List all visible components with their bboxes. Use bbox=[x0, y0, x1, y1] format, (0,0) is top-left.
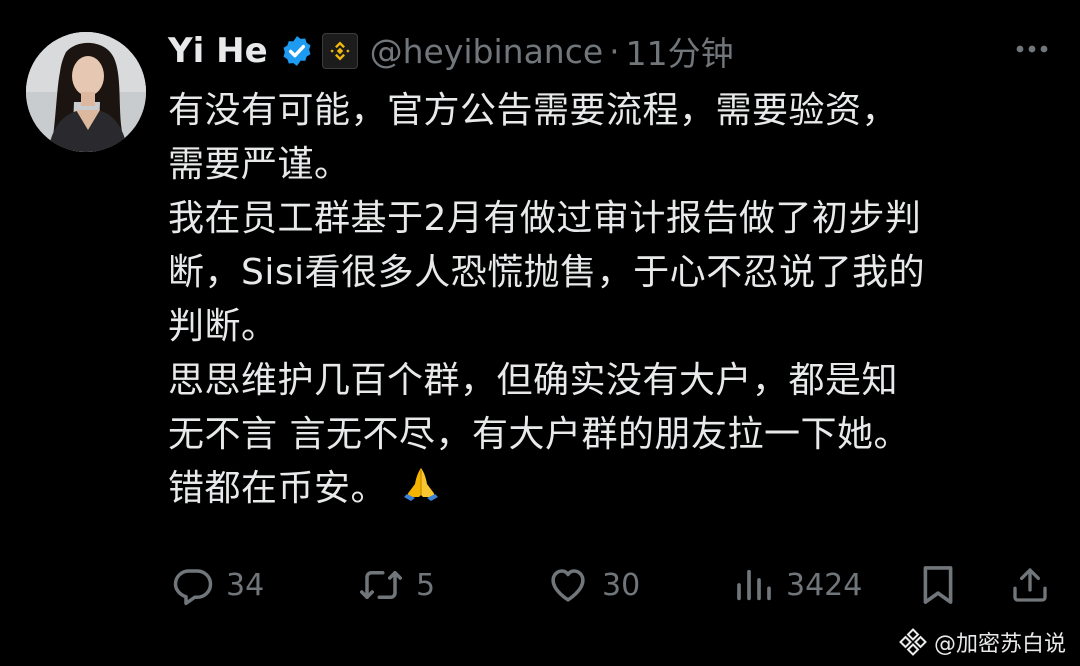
views-button[interactable]: 3424 bbox=[734, 560, 862, 610]
tweet-line: 需要严谨。 bbox=[168, 144, 351, 185]
tweet-body: 有没有可能，官方公告需要流程，需要验资， 需要严谨。 我在员工群基于2月有做过审… bbox=[168, 84, 1048, 516]
watermark-logo-icon bbox=[899, 628, 927, 656]
views-count: 3424 bbox=[786, 567, 863, 603]
like-count: 30 bbox=[602, 567, 641, 603]
repost-count: 5 bbox=[416, 567, 436, 603]
tweet-line-text: 错都在币安。 bbox=[168, 468, 388, 509]
reply-button[interactable]: 34 bbox=[172, 560, 264, 610]
header-separator: · bbox=[609, 31, 620, 71]
more-dots-icon[interactable] bbox=[1010, 38, 1054, 60]
bookmark-icon bbox=[923, 566, 953, 604]
watermark: @加密苏白说 bbox=[898, 626, 1066, 658]
verified-badge-icon bbox=[280, 34, 314, 68]
author-handle[interactable]: @heyibinance bbox=[370, 32, 604, 71]
heart-icon bbox=[551, 569, 585, 602]
bookmark-button[interactable] bbox=[920, 560, 956, 610]
avatar-image bbox=[26, 32, 146, 152]
repost-button[interactable]: 5 bbox=[358, 560, 435, 610]
tweet: Yi He @heyibinance · 11分钟 有没有可能，官方公告需要流程… bbox=[0, 0, 1080, 666]
reply-count: 34 bbox=[226, 567, 265, 603]
tweet-header: Yi He @heyibinance · 11分钟 bbox=[168, 26, 734, 76]
tweet-line: 有没有可能，官方公告需要流程，需要验资， bbox=[168, 90, 899, 131]
folded-hands-emoji bbox=[401, 462, 441, 518]
repost-icon bbox=[360, 571, 402, 599]
tweet-line: 判断。 bbox=[168, 306, 278, 347]
tweet-line: 断，Sisi看很多人恐慌抛售，于心不忍说了我的 bbox=[168, 252, 926, 293]
tweet-time[interactable]: 11分钟 bbox=[626, 27, 734, 75]
watermark-text: @加密苏白说 bbox=[934, 632, 1067, 657]
tweet-line-last: 错都在币安。 bbox=[168, 462, 1048, 516]
reply-icon bbox=[173, 569, 213, 606]
tweet-line: 无不言 言无不尽，有大户群的朋友拉一下她。 bbox=[168, 414, 910, 455]
avatar[interactable] bbox=[26, 32, 146, 152]
action-bar: 34 5 30 3424 bbox=[168, 560, 1052, 610]
share-icon bbox=[1013, 568, 1047, 602]
views-chart-icon bbox=[737, 569, 771, 601]
tweet-line: 我在员工群基于2月有做过审计报告做了初步判 bbox=[168, 198, 922, 239]
share-button[interactable] bbox=[1010, 560, 1050, 610]
tweet-line: 思思维护几百个群，但确实没有大户，都是知 bbox=[168, 360, 899, 401]
like-button[interactable]: 30 bbox=[546, 560, 640, 610]
author-name[interactable]: Yi He bbox=[168, 31, 268, 71]
binance-logo-icon[interactable] bbox=[321, 33, 358, 69]
